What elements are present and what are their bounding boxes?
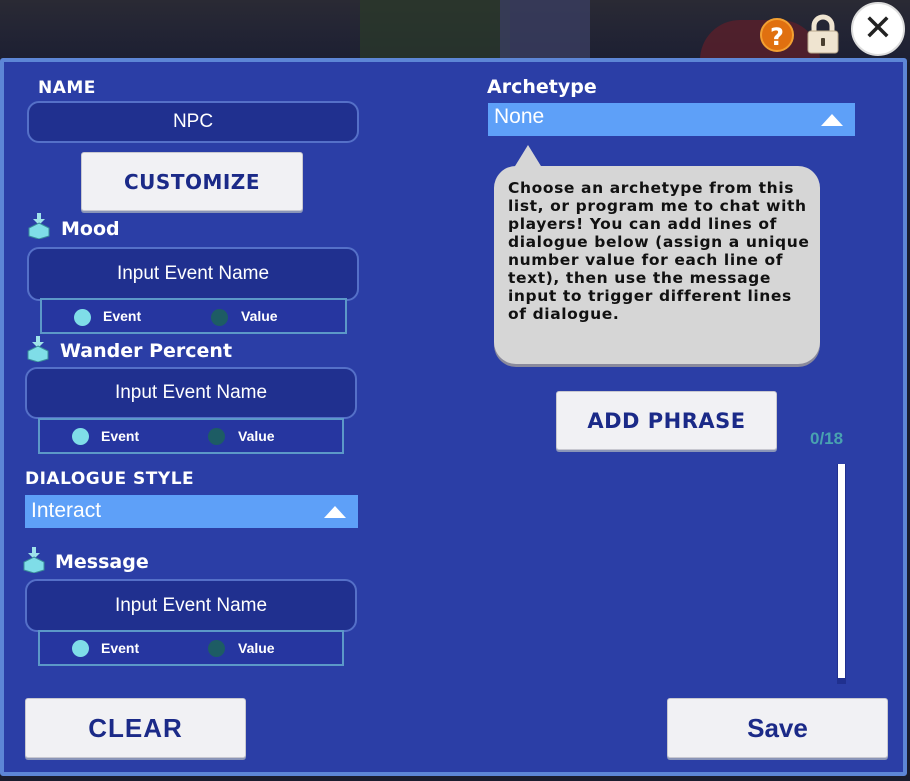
message-event-label: Event	[101, 640, 140, 656]
message-event-radio[interactable]	[72, 640, 89, 657]
close-icon[interactable]: ✕	[851, 2, 905, 56]
phrase-scrollbar-thumb[interactable]	[838, 464, 845, 678]
archetype-dropdown[interactable]: None	[488, 103, 855, 136]
input-port-icon	[27, 336, 49, 362]
message-label: Message	[55, 551, 149, 573]
lock-icon[interactable]	[804, 14, 842, 54]
message-value-radio[interactable]	[208, 640, 225, 657]
name-input[interactable]: NPC	[27, 101, 359, 143]
input-port-icon	[23, 547, 45, 573]
dropdown-arrow-icon	[324, 505, 346, 518]
wander-event-label: Event	[101, 428, 140, 444]
mood-event-radio[interactable]	[74, 309, 91, 326]
mood-value-label: Value	[241, 308, 278, 324]
message-event-input[interactable]: Input Event Name	[25, 579, 357, 632]
scene-shape	[360, 0, 510, 62]
dialogue-style-value: Interact	[31, 499, 102, 522]
wander-value-label: Value	[238, 428, 275, 444]
help-icon[interactable]: ?	[760, 18, 794, 52]
input-port-icon	[28, 213, 50, 239]
wander-event-input[interactable]: Input Event Name	[25, 367, 357, 419]
customize-button[interactable]: CUSTOMIZE	[81, 152, 303, 211]
archetype-value: None	[494, 105, 545, 128]
dialogue-style-dropdown[interactable]: Interact	[25, 495, 358, 528]
wander-value-radio[interactable]	[208, 428, 225, 445]
mood-label: Mood	[61, 218, 120, 240]
mood-value-radio[interactable]	[211, 309, 228, 326]
archetype-label: Archetype	[487, 76, 597, 98]
dropdown-arrow-icon	[821, 113, 843, 126]
scene-shape	[700, 20, 820, 62]
message-value-label: Value	[238, 640, 275, 656]
wander-percent-label: Wander Percent	[60, 340, 233, 362]
dialogue-style-label: DIALOGUE STYLE	[25, 469, 195, 489]
archetype-help-text: Choose an archetype from this list, or p…	[508, 179, 810, 323]
scene-shape	[500, 0, 590, 62]
clear-button[interactable]: CLEAR	[25, 698, 246, 758]
phrase-counter: 0/18	[810, 429, 844, 448]
save-button[interactable]: Save	[667, 698, 888, 758]
add-phrase-button[interactable]: ADD PHRASE	[556, 391, 777, 450]
mood-event-label: Event	[103, 308, 142, 324]
mood-event-input[interactable]: Input Event Name	[27, 247, 359, 301]
wander-event-radio[interactable]	[72, 428, 89, 445]
name-label: NAME	[38, 78, 96, 98]
